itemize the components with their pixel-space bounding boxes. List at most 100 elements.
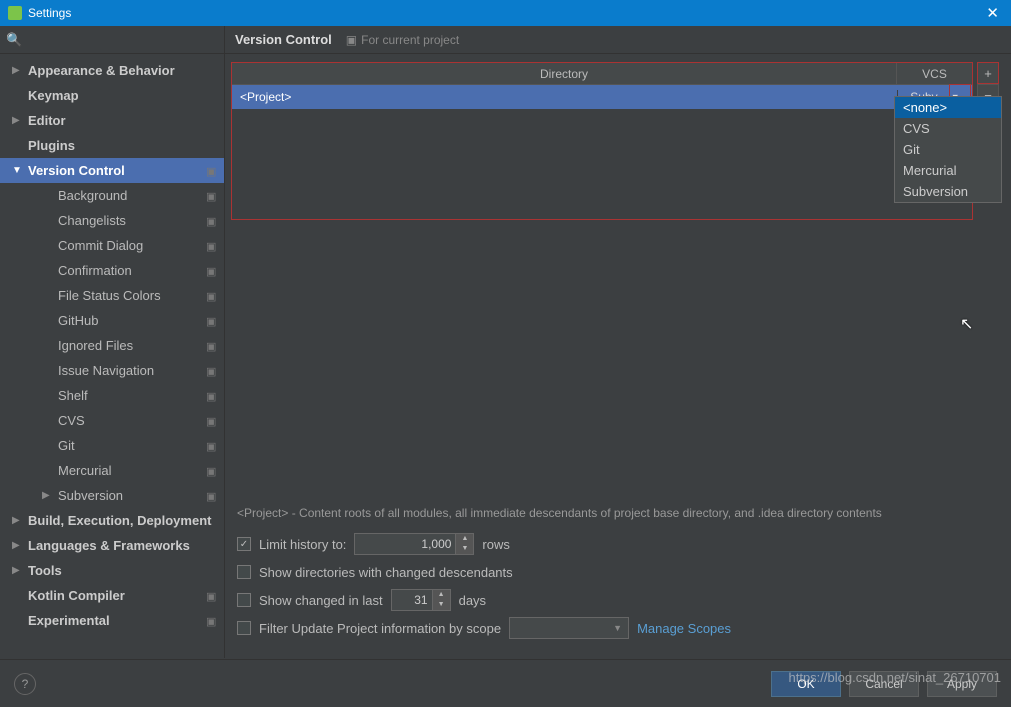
project-badge-icon: ▣ <box>206 340 218 352</box>
vcs-option-mercurial[interactable]: Mercurial <box>895 160 1001 181</box>
project-badge-icon: ▣ <box>206 415 218 427</box>
sidebar-item-mercurial[interactable]: Mercurial▣ <box>0 458 224 483</box>
project-badge-icon: ▣ <box>206 265 218 277</box>
vcs-option--none-[interactable]: <none> <box>895 97 1001 118</box>
sidebar-item-background[interactable]: Background ▣ <box>0 183 224 208</box>
sidebar-item-plugins[interactable]: Plugins <box>0 133 224 158</box>
project-badge-icon: ▣ <box>206 440 218 452</box>
cell-directory: <Project> <box>232 90 897 104</box>
show-dirs-checkbox[interactable] <box>237 565 251 579</box>
sidebar-item-label: CVS <box>58 413 85 428</box>
spinner-up-icon[interactable]: ▲ <box>432 590 450 600</box>
sidebar-item-label: Experimental <box>28 613 110 628</box>
page-subtitle: ▣ For current project <box>346 33 459 47</box>
arrow-icon: ▶ <box>12 65 22 76</box>
page-title: Version Control <box>235 32 332 47</box>
spinner-up-icon[interactable]: ▲ <box>455 534 473 544</box>
show-dirs-label: Show directories with changed descendant… <box>259 565 513 580</box>
filter-scope-checkbox[interactable] <box>237 621 251 635</box>
sidebar-item-label: Version Control <box>28 163 125 178</box>
sidebar-item-label: Languages & Frameworks <box>28 538 190 553</box>
project-badge-icon: ▣ <box>206 590 218 602</box>
sidebar-item-version-control[interactable]: ▼Version Control▣ <box>0 158 224 183</box>
sidebar-item-git[interactable]: Git ▣ <box>0 433 224 458</box>
sidebar-item-label: Confirmation <box>58 263 132 278</box>
sidebar-item-cvs[interactable]: CVS ▣ <box>0 408 224 433</box>
arrow-icon: ▶ <box>12 115 22 126</box>
sidebar-item-ignored-files[interactable]: Ignored Files ▣ <box>0 333 224 358</box>
sidebar-item-label: Appearance & Behavior <box>28 63 175 78</box>
app-icon <box>8 6 22 20</box>
footer: ? OK Cancel Apply <box>0 659 1011 707</box>
project-badge-icon: ▣ <box>206 315 218 327</box>
spinner-down-icon[interactable]: ▼ <box>432 600 450 610</box>
cursor-icon: ↖ <box>960 314 973 334</box>
sidebar: 🔍 ▶ Appearance & Behavior Keymap ▶ Editor Plu… <box>0 26 225 658</box>
vcs-table: Directory VCS <Project> Subv... ▼ <box>231 62 973 220</box>
limit-history-checkbox[interactable] <box>237 537 251 551</box>
sidebar-item-commit-dialog[interactable]: Commit Dialog ▣ <box>0 233 224 258</box>
vcs-dropdown[interactable]: <none>CVSGitMercurialSubversion <box>894 96 1002 203</box>
sidebar-item-label: Background <box>58 188 127 203</box>
sidebar-item-github[interactable]: GitHub▣ <box>0 308 224 333</box>
sidebar-item-editor[interactable]: ▶ Editor <box>0 108 224 133</box>
add-button[interactable]: + <box>977 62 999 84</box>
sidebar-item-experimental[interactable]: Experimental ▣ <box>0 608 224 633</box>
sidebar-item-label: Build, Execution, Deployment <box>28 513 211 528</box>
sidebar-item-label: Subversion <box>58 488 123 503</box>
sidebar-item-languages-frameworks[interactable]: ▶ Languages & Frameworks <box>0 533 224 558</box>
project-badge-icon: ▣ <box>346 33 357 47</box>
sidebar-item-label: Keymap <box>28 88 79 103</box>
arrow-icon: ▶ <box>12 540 22 551</box>
sidebar-item-shelf[interactable]: Shelf▣ <box>0 383 224 408</box>
sidebar-item-label: Shelf <box>58 388 88 403</box>
sidebar-item-label: Ignored Files <box>58 338 133 353</box>
sidebar-item-label: File Status Colors <box>58 288 161 303</box>
project-badge-icon: ▣ <box>206 615 218 627</box>
project-badge-icon: ▣ <box>206 165 218 177</box>
col-directory[interactable]: Directory <box>232 63 897 84</box>
vcs-option-subversion[interactable]: Subversion <box>895 181 1001 202</box>
sidebar-item-subversion[interactable]: ▶Subversion▣ <box>0 483 224 508</box>
project-badge-icon: ▣ <box>206 465 218 477</box>
arrow-icon: ▶ <box>12 565 22 576</box>
cancel-button[interactable]: Cancel <box>849 671 919 697</box>
sidebar-item-issue-navigation[interactable]: Issue Navigation▣ <box>0 358 224 383</box>
sidebar-item-build-execution-deployment[interactable]: ▶Build, Execution, Deployment <box>0 508 224 533</box>
vcs-option-git[interactable]: Git <box>895 139 1001 160</box>
sidebar-item-appearance-behavior[interactable]: ▶ Appearance & Behavior <box>0 58 224 83</box>
sidebar-item-label: Editor <box>28 113 66 128</box>
vcs-option-cvs[interactable]: CVS <box>895 118 1001 139</box>
titlebar: Settings ✕ <box>0 0 1011 26</box>
sidebar-item-changelists[interactable]: Changelists▣ <box>0 208 224 233</box>
sidebar-item-label: Issue Navigation <box>58 363 154 378</box>
sidebar-item-keymap[interactable]: Keymap <box>0 83 224 108</box>
sidebar-item-tools[interactable]: ▶ Tools <box>0 558 224 583</box>
project-badge-icon: ▣ <box>206 290 218 302</box>
project-badge-icon: ▣ <box>206 490 218 502</box>
help-button[interactable]: ? <box>14 673 36 695</box>
show-changed-checkbox[interactable] <box>237 593 251 607</box>
sidebar-item-confirmation[interactable]: Confirmation ▣ <box>0 258 224 283</box>
sidebar-item-file-status-colors[interactable]: File Status Colors ▣ <box>0 283 224 308</box>
sidebar-item-label: Tools <box>28 563 62 578</box>
manage-scopes-link[interactable]: Manage Scopes <box>637 621 731 636</box>
limit-history-label: Limit history to: <box>259 537 346 552</box>
sidebar-item-kotlin-compiler[interactable]: Kotlin Compiler▣ <box>0 583 224 608</box>
project-badge-icon: ▣ <box>206 240 218 252</box>
sidebar-item-label: Plugins <box>28 138 75 153</box>
table-row[interactable]: <Project> Subv... ▼ <box>232 85 972 109</box>
search-row: 🔍 <box>0 26 224 54</box>
col-vcs[interactable]: VCS <box>897 63 972 84</box>
project-badge-icon: ▣ <box>206 190 218 202</box>
close-icon[interactable]: ✕ <box>982 4 1003 22</box>
scope-select[interactable]: ▼ <box>509 617 629 639</box>
search-input[interactable] <box>26 32 218 47</box>
sidebar-item-label: Git <box>58 438 75 453</box>
project-badge-icon: ▣ <box>206 215 218 227</box>
sidebar-item-label: Commit Dialog <box>58 238 143 253</box>
apply-button[interactable]: Apply <box>927 671 997 697</box>
ok-button[interactable]: OK <box>771 671 841 697</box>
spinner-down-icon[interactable]: ▼ <box>455 544 473 554</box>
content-panel: Version Control ▣ For current project Di… <box>225 26 1011 658</box>
